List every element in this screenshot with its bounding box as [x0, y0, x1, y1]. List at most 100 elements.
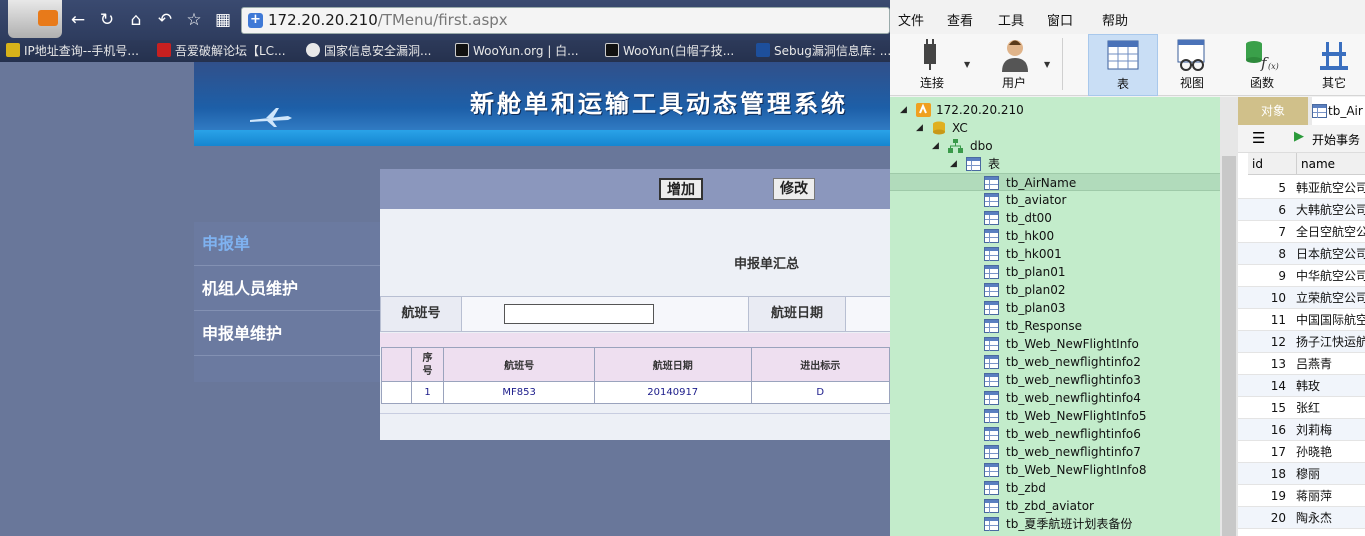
table-row[interactable]: 9 中华航空公司	[1238, 265, 1365, 287]
col-name-header[interactable]: name	[1296, 153, 1335, 175]
menu-file[interactable]: 文件	[898, 10, 924, 29]
tree-scrollbar-thumb[interactable]	[1222, 156, 1236, 536]
table-row[interactable]: 15 张红	[1238, 397, 1365, 419]
tree-schema-node[interactable]: ◢ dbo	[890, 137, 1220, 155]
menu-tools[interactable]: 工具	[998, 10, 1024, 29]
flight-no-input[interactable]	[504, 304, 654, 324]
function-button[interactable]: f (x) 函数	[1230, 34, 1294, 96]
apps-grid-icon[interactable]: ▦	[212, 9, 234, 31]
edit-button[interactable]: 修改	[773, 178, 815, 200]
tree-table-item[interactable]: tb_web_newflightinfo6	[890, 425, 1220, 443]
url-text[interactable]: 172.20.20.210/TMenu/first.aspx	[268, 10, 508, 31]
tree-server-node[interactable]: ◢ 172.20.20.210	[890, 101, 1220, 119]
row-id[interactable]: 7	[1248, 221, 1292, 243]
tree-table-item[interactable]: tb_Web_NewFlightInfo	[890, 335, 1220, 353]
row-name[interactable]: 陶永杰	[1296, 507, 1332, 529]
table-row[interactable]: 11 中国国际航空	[1238, 309, 1365, 331]
row-select-cell[interactable]	[381, 381, 412, 404]
table-row[interactable]: 13 吕燕青	[1238, 353, 1365, 375]
row-name[interactable]: 中国国际航空	[1296, 309, 1365, 331]
tree-table-item[interactable]: tb_dt00	[890, 209, 1220, 227]
tree-table-item[interactable]: tb_Response	[890, 317, 1220, 335]
row-name[interactable]: 韩亚航空公司	[1296, 177, 1365, 199]
tree-table-item[interactable]: tb_plan01	[890, 263, 1220, 281]
row-name[interactable]: 扬子江快运航	[1296, 331, 1365, 353]
connect-dropdown-icon[interactable]: ▼	[964, 60, 970, 69]
menu-view[interactable]: 查看	[947, 10, 973, 29]
tree-table-item[interactable]: tb_web_newflightinfo2	[890, 353, 1220, 371]
row-name[interactable]: 韩玫	[1296, 375, 1320, 397]
table-row[interactable]: 19 蒋丽萍	[1238, 485, 1365, 507]
table-row[interactable]: 18 穆丽	[1238, 463, 1365, 485]
tree-table-item[interactable]: tb_AirName	[890, 173, 1220, 191]
sidebar-item-crew-maintenance[interactable]: 机组人员维护	[194, 267, 380, 311]
row-id[interactable]: 17	[1248, 441, 1292, 463]
undo-icon[interactable]: ↶	[154, 9, 176, 31]
tree-table-item[interactable]: tb_zbd_aviator	[890, 497, 1220, 515]
begin-transaction-button[interactable]: 开始事务	[1312, 131, 1360, 148]
sidebar-item-declaration[interactable]: 申报单	[194, 222, 380, 266]
row-name[interactable]: 孙晓艳	[1296, 441, 1332, 463]
tree-tables-folder[interactable]: ◢ 表	[890, 155, 1220, 173]
bookmark-ip-lookup[interactable]: IP地址查询--手机号...	[6, 42, 139, 60]
table-row[interactable]: 5 韩亚航空公司	[1238, 177, 1365, 199]
row-name[interactable]: 张红	[1296, 397, 1320, 419]
tree-table-item[interactable]: tb_Web_NewFlightInfo8	[890, 461, 1220, 479]
sidebar-item-declaration-maintenance[interactable]: 申报单维护	[194, 312, 380, 356]
row-id[interactable]: 5	[1248, 177, 1292, 199]
table-row[interactable]: 14 韩玫	[1238, 375, 1365, 397]
row-name[interactable]: 日本航空公司	[1296, 243, 1365, 265]
tree-table-item[interactable]: tb_夏季航班计划表备份	[890, 515, 1220, 533]
table-row[interactable]: 17 孙晓艳	[1238, 441, 1365, 463]
menu-hamburger-icon[interactable]: ☰	[1252, 129, 1265, 147]
bookmark-cnvd[interactable]: 国家信息安全漏洞...	[306, 42, 431, 60]
row-id[interactable]: 6	[1248, 199, 1292, 221]
bookmark-52pojie[interactable]: 吾爱破解论坛【LC...	[157, 42, 286, 60]
row-name[interactable]: 立荣航空公司	[1296, 287, 1365, 309]
star-icon[interactable]: ☆	[183, 9, 205, 31]
tree-table-item[interactable]: tb_plan02	[890, 281, 1220, 299]
bookmark-sebug[interactable]: Sebug漏洞信息库: ...	[756, 42, 891, 60]
address-bar[interactable]: + 172.20.20.210/TMenu/first.aspx	[241, 7, 890, 34]
tree-table-item[interactable]: tb_hk00	[890, 227, 1220, 245]
menu-help[interactable]: 帮助	[1102, 10, 1128, 29]
refresh-icon[interactable]: ↻	[96, 9, 118, 31]
row-id[interactable]: 14	[1248, 375, 1292, 397]
row-id[interactable]: 11	[1248, 309, 1292, 331]
row-id[interactable]: 8	[1248, 243, 1292, 265]
row-id[interactable]: 12	[1248, 331, 1292, 353]
table-row[interactable]: 20 陶永杰	[1238, 507, 1365, 529]
table-row[interactable]: 1 MF853 20140917 D	[381, 381, 890, 404]
row-name[interactable]: 大韩航空公司	[1296, 199, 1365, 221]
tree-table-item[interactable]: tb_hk001	[890, 245, 1220, 263]
add-button[interactable]: 增加	[659, 178, 703, 200]
home-icon[interactable]: ⌂	[125, 9, 147, 31]
row-name[interactable]: 穆丽	[1296, 463, 1320, 485]
add-page-icon[interactable]: +	[248, 13, 263, 28]
row-name[interactable]: 蒋丽萍	[1296, 485, 1332, 507]
collapse-arrow-icon[interactable]: ◢	[932, 137, 939, 155]
row-name[interactable]: 吕燕青	[1296, 353, 1332, 375]
row-flight-no[interactable]: MF853	[443, 381, 595, 404]
row-id[interactable]: 10	[1248, 287, 1292, 309]
bookmark-wooyun-whitehat[interactable]: WooYun(白帽子技...	[605, 42, 734, 60]
browser-logo-icon[interactable]	[8, 0, 62, 38]
tree-database-node[interactable]: ◢ XC	[890, 119, 1220, 137]
row-name[interactable]: 刘莉梅	[1296, 419, 1332, 441]
row-name[interactable]: 全日空航空公	[1296, 221, 1365, 243]
user-dropdown-icon[interactable]: ▼	[1044, 60, 1050, 69]
table-row[interactable]: 12 扬子江快运航	[1238, 331, 1365, 353]
tab-open-table[interactable]: tb_Air	[1312, 97, 1365, 125]
col-id-header[interactable]: id	[1252, 153, 1263, 175]
table-row[interactable]: 16 刘莉梅	[1238, 419, 1365, 441]
tree-table-item[interactable]: tb_plan03	[890, 299, 1220, 317]
menu-window[interactable]: 窗口	[1047, 10, 1073, 29]
tree-table-item[interactable]: tb_zbd	[890, 479, 1220, 497]
table-row[interactable]: 6 大韩航空公司	[1238, 199, 1365, 221]
connect-button[interactable]: ▼ 连接	[900, 34, 970, 96]
back-icon[interactable]: ←	[67, 9, 89, 31]
row-id[interactable]: 20	[1248, 507, 1292, 529]
row-id[interactable]: 19	[1248, 485, 1292, 507]
tree-table-item[interactable]: tb_web_newflightinfo3	[890, 371, 1220, 389]
tree-table-item[interactable]: tb_web_newflightinfo4	[890, 389, 1220, 407]
